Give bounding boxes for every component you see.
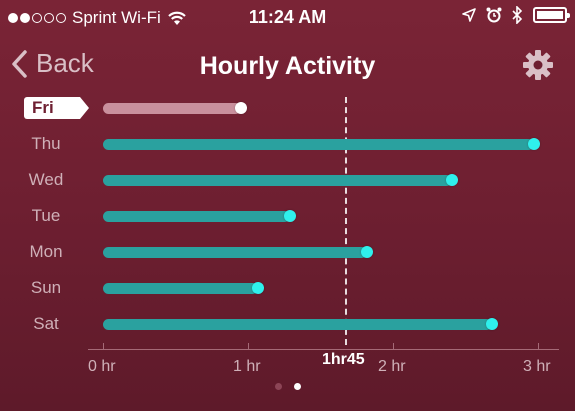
hourly-activity-chart: 1hr45 Fri Thu Wed Tue Mon Sun Sat 0 hr 1 hr 2 hr 3… xyxy=(0,0,575,411)
bar-end-marker-sat xyxy=(485,318,498,330)
page-dot[interactable] xyxy=(294,383,301,390)
bar-end-marker-mon xyxy=(360,246,373,258)
day-label-thu[interactable]: Thu xyxy=(0,134,92,154)
x-tick-label: 3 hr xyxy=(523,358,551,375)
bar-end-marker-sun xyxy=(252,282,265,294)
activity-bar-mon xyxy=(103,247,367,258)
x-tick-label: 0 hr xyxy=(88,358,116,375)
page-indicator xyxy=(275,383,301,390)
day-label-tue[interactable]: Tue xyxy=(0,206,92,226)
activity-bar-thu xyxy=(103,139,534,150)
activity-bar-sat xyxy=(103,319,492,330)
x-tick xyxy=(103,343,104,350)
bar-end-marker-tue xyxy=(284,210,297,222)
day-label-mon[interactable]: Mon xyxy=(0,242,92,262)
x-axis xyxy=(88,349,559,350)
activity-bar-fri xyxy=(103,103,241,114)
page-dot[interactable] xyxy=(275,383,282,390)
bar-end-marker-fri xyxy=(234,102,247,114)
x-tick xyxy=(538,343,539,350)
x-tick xyxy=(248,343,249,350)
activity-bar-sun xyxy=(103,283,259,294)
day-label-sun[interactable]: Sun xyxy=(0,278,92,298)
x-tick-label: 2 hr xyxy=(378,358,406,375)
goal-line xyxy=(345,97,347,345)
bar-end-marker-wed xyxy=(446,174,459,186)
day-label-sat[interactable]: Sat xyxy=(0,314,92,334)
day-label-fri[interactable]: Fri xyxy=(24,97,89,119)
goal-label: 1hr45 xyxy=(322,351,365,368)
x-tick xyxy=(393,343,394,350)
day-label-wed[interactable]: Wed xyxy=(0,170,92,190)
activity-bar-wed xyxy=(103,175,453,186)
x-tick-label: 1 hr xyxy=(233,358,261,375)
activity-bar-tue xyxy=(103,211,291,222)
bar-end-marker-thu xyxy=(527,138,540,150)
